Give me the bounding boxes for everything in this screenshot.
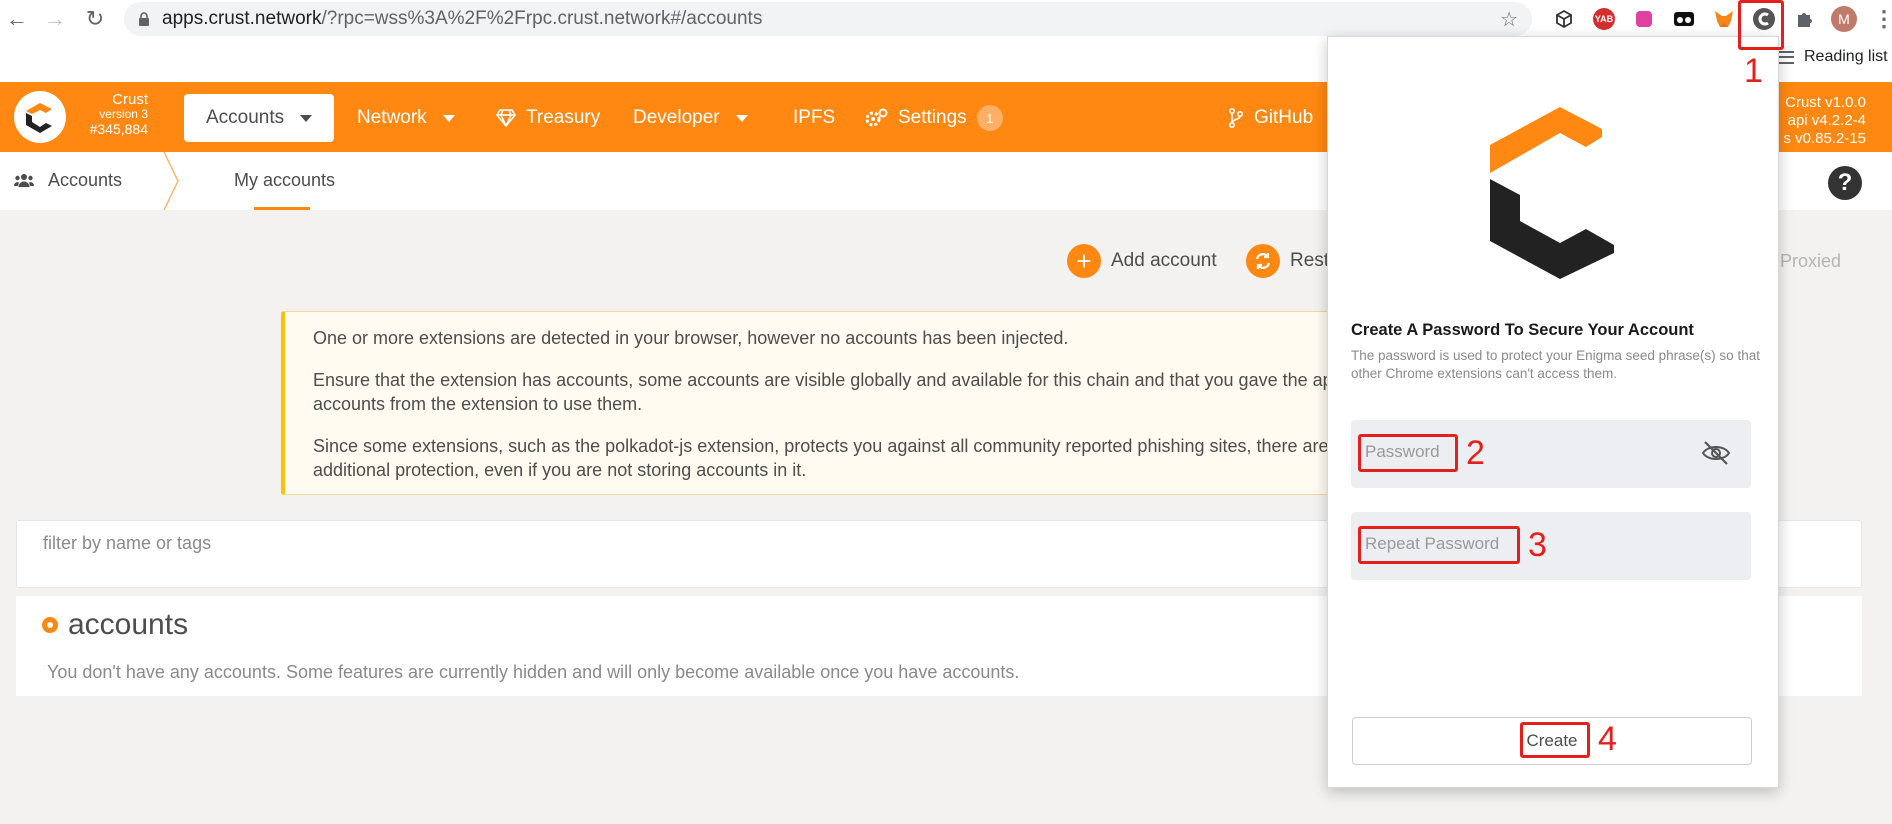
- menu-treasury[interactable]: Treasury: [496, 94, 600, 142]
- extensions-bar: YAB M ⋮: [1544, 2, 1892, 36]
- extension-warning: One or more extensions are detected in y…: [281, 311, 1351, 495]
- avatar: M: [1831, 6, 1857, 32]
- restore-button[interactable]: Resto: [1246, 244, 1340, 278]
- annotation-number-2: 2: [1466, 434, 1485, 472]
- annotation-box-2: [1358, 434, 1458, 472]
- accounts-title: accounts: [68, 608, 189, 641]
- menu-accounts-label: Accounts: [206, 107, 285, 128]
- proxied-button[interactable]: Proxied: [1780, 251, 1841, 272]
- settings-count-badge: 1: [976, 105, 1003, 131]
- back-arrow-icon[interactable]: ←: [4, 6, 30, 32]
- menu-settings-label: Settings: [898, 107, 967, 128]
- popup-title: Create A Password To Secure Your Account: [1351, 321, 1694, 339]
- plus-icon: +: [1067, 244, 1101, 278]
- code-branch-icon: [1229, 108, 1244, 128]
- menu-developer-label: Developer: [633, 107, 720, 128]
- sync-icon: [1246, 244, 1280, 278]
- annotation-box-4: [1520, 722, 1590, 758]
- lock-icon: [139, 12, 149, 26]
- filter-input[interactable]: [43, 533, 843, 554]
- chain-version: version 3: [99, 107, 148, 121]
- crust-logo-icon: [1490, 107, 1614, 279]
- puzzle-icon: [1798, 13, 1812, 27]
- bullet-dot-icon: [42, 617, 58, 633]
- reading-list-label: Reading list: [1804, 48, 1888, 65]
- chain-name: Crust: [112, 91, 148, 108]
- gears-icon: [865, 108, 888, 127]
- menu-developer[interactable]: Developer: [633, 94, 748, 142]
- reading-list-button[interactable]: Reading list: [1778, 48, 1888, 66]
- annotation-box-1: [1738, 0, 1784, 50]
- menu-accounts[interactable]: Accounts: [184, 94, 335, 142]
- version-line: s v0.85.2-15: [1783, 130, 1866, 147]
- warning-text: Ensure that the extension has accounts, …: [313, 368, 1350, 416]
- extension-pink[interactable]: [1624, 2, 1664, 36]
- menu-treasury-label: Treasury: [526, 107, 601, 128]
- profile-button[interactable]: M: [1824, 2, 1864, 36]
- tab-my-accounts[interactable]: My accounts: [234, 170, 335, 191]
- menu-github[interactable]: GitHub: [1228, 94, 1313, 142]
- version-line: Crust v1.0.0: [1785, 94, 1866, 111]
- diamond-icon: [496, 109, 516, 127]
- warning-text-line: Ensure that the extension has accounts, …: [313, 370, 1351, 390]
- menu-github-label: GitHub: [1254, 107, 1314, 128]
- users-icon: [14, 173, 34, 187]
- url-host: apps.crust.network: [162, 8, 322, 29]
- chevron-down-icon: [300, 114, 313, 122]
- annotation-number-1: 1: [1744, 52, 1763, 90]
- reload-icon[interactable]: ↻: [82, 6, 108, 32]
- chrome-menu[interactable]: ⋮: [1864, 2, 1892, 36]
- square-icon: [1636, 11, 1652, 27]
- annotation-number-4: 4: [1598, 720, 1617, 758]
- empty-accounts-message: You don't have any accounts. Some featur…: [47, 662, 1020, 682]
- forward-arrow-icon[interactable]: →: [42, 6, 68, 32]
- add-account-button[interactable]: + Add account: [1067, 244, 1217, 278]
- block-number: #345,884: [89, 121, 148, 137]
- extension-binoculars[interactable]: [1664, 2, 1704, 36]
- yab-icon: YAB: [1593, 8, 1615, 30]
- warning-text: Since some extensions, such as the polka…: [313, 434, 1350, 482]
- add-account-label: Add account: [1111, 250, 1217, 271]
- chain-info: Crust version 3 #345,884: [74, 92, 148, 137]
- reading-list-icon: [1778, 50, 1794, 64]
- cube-icon: [1556, 9, 1572, 29]
- warning-text-line: additional protection, even if you are n…: [313, 460, 807, 480]
- chevron-down-icon: [735, 114, 748, 122]
- menu-network[interactable]: Network: [357, 94, 455, 142]
- extension-popup: Create A Password To Secure Your Account…: [1327, 36, 1779, 788]
- url-path: /?rpc=wss%3A%2F%2Frpc.crust.network#/acc…: [321, 8, 763, 29]
- section-accounts[interactable]: Accounts: [14, 170, 122, 191]
- version-info: Crust v1.0.0 api v4.2.2-4 s v0.85.2-15: [1783, 94, 1892, 148]
- bookmark-star-icon[interactable]: ☆: [1500, 7, 1518, 32]
- extension-cube[interactable]: [1544, 2, 1584, 36]
- eye-slash-icon[interactable]: [1701, 440, 1731, 466]
- chevron-down-icon: [442, 114, 455, 122]
- address-bar[interactable]: apps.crust.network/?rpc=wss%3A%2F%2Frpc.…: [124, 2, 1532, 36]
- menu-settings[interactable]: Settings 1: [864, 94, 1003, 142]
- crust-logo-icon: [26, 103, 52, 133]
- help-icon[interactable]: ?: [1828, 166, 1862, 200]
- menu-network-label: Network: [357, 107, 427, 128]
- url-text: apps.crust.network/?rpc=wss%3A%2F%2Frpc.…: [162, 8, 762, 30]
- extension-yab[interactable]: YAB: [1584, 2, 1624, 36]
- accounts-heading: accounts: [42, 608, 188, 642]
- menu-ipfs[interactable]: IPFS: [793, 94, 835, 142]
- more-vertical-icon: ⋮: [1873, 6, 1892, 31]
- warning-text: One or more extensions are detected in y…: [313, 328, 1069, 348]
- metamask-fox-icon: [1715, 11, 1733, 27]
- active-tab-indicator: [254, 207, 310, 210]
- breadcrumb-chevron-icon: [163, 152, 179, 210]
- warning-text-line: accounts from the extension to use them.: [313, 394, 643, 414]
- warning-text-line: Since some extensions, such as the polka…: [313, 436, 1351, 456]
- section-accounts-label: Accounts: [48, 170, 123, 190]
- popup-description: The password is used to protect your Eni…: [1351, 348, 1760, 381]
- binoculars-icon: [1674, 12, 1694, 26]
- annotation-box-3: [1358, 526, 1520, 564]
- crust-logo[interactable]: [14, 91, 66, 143]
- extensions-menu[interactable]: [1784, 2, 1824, 36]
- version-line: api v4.2.2-4: [1787, 112, 1866, 129]
- menu-ipfs-label: IPFS: [793, 107, 836, 128]
- annotation-number-3: 3: [1528, 526, 1547, 564]
